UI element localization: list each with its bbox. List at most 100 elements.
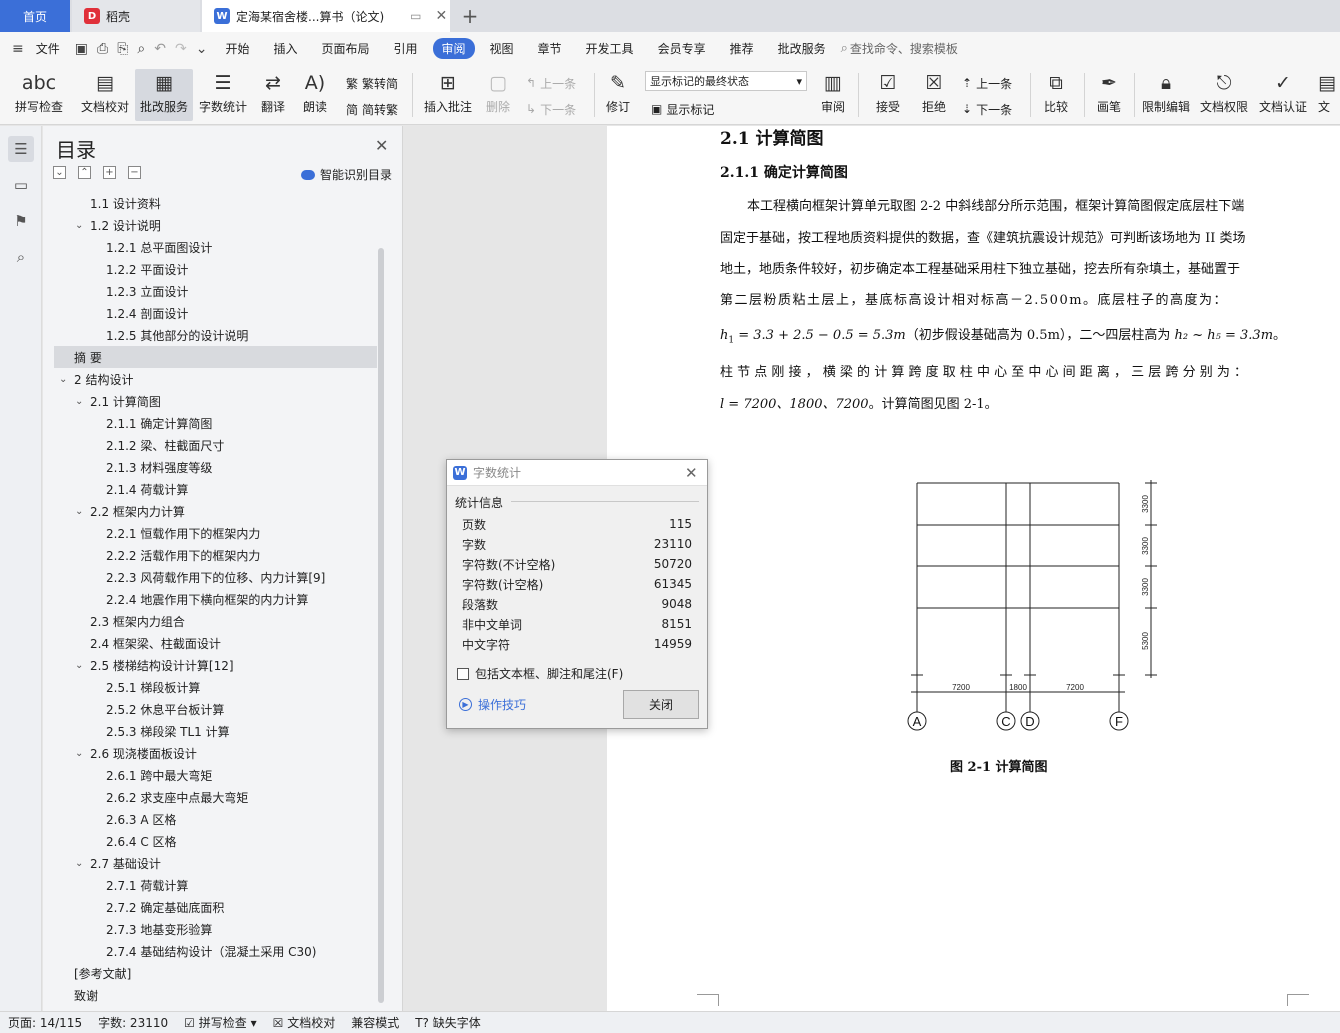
remove-level-icon[interactable]: − [128,166,141,179]
toc-item[interactable]: ⌄ 2 结构设计 [59,368,133,390]
close-icon[interactable]: ✕ [685,464,698,482]
quick-access-dropdown-icon[interactable]: ⌄ [196,41,208,57]
toc-item[interactable]: ⌄ 2.5 楼梯结构设计计算[12] [75,654,234,676]
pen-button[interactable]: ✒ 画笔 [1092,69,1126,121]
menu-references[interactable]: 引用 [384,38,426,59]
next-change-button[interactable]: ⇣ 下一条 [962,99,1012,119]
redo-icon[interactable]: ↷ [175,41,187,57]
toc-item[interactable]: 2.1.2 梁、柱截面尺寸 [106,434,224,456]
toc-item[interactable]: ⌄ 2.2 框架内力计算 [75,500,185,522]
toc-item[interactable]: 2.7.4 基础结构设计（混凝土采用 C30) [106,940,317,962]
word-count-button[interactable]: ☰ 字数统计 [196,69,250,121]
toc-item[interactable]: 2.5.3 梯段梁 TL1 计算 [106,720,230,742]
insert-comment-button[interactable]: ⊞ 插入批注 [420,69,476,121]
doc-proof-button[interactable]: ▤ 文档校对 [76,69,134,121]
export-pdf-icon[interactable]: ⎙ [97,41,108,57]
prev-comment-button[interactable]: ↰ 上一条 [526,73,576,93]
delete-comment-button[interactable]: ▢ 删除 [480,69,516,121]
menu-section[interactable]: 章节 [529,38,571,59]
toc-item[interactable]: ⌄ 1.2 设计说明 [75,214,161,236]
toc-item[interactable]: 2.7.1 荷载计算 [106,874,188,896]
toc-item[interactable]: 2.3 框架内力组合 [90,610,185,632]
tips-link[interactable]: ▶ 操作技巧 [459,696,526,713]
toc-item[interactable]: 2.7.3 地基变形验算 [106,918,212,940]
menu-page-layout[interactable]: 页面布局 [312,38,378,59]
toc-item[interactable]: 2.1.3 材料强度等级 [106,456,212,478]
find-icon[interactable]: ⌕ [8,244,34,270]
trad-to-simp-button[interactable]: 繁繁转简 [346,73,398,93]
menu-recommend[interactable]: 推荐 [721,38,763,59]
toc-scrollbar[interactable] [378,248,384,1003]
translate-button[interactable]: ⇄ 翻译 [254,69,292,121]
chevron-down-icon[interactable]: ⌄ [75,396,83,407]
toc-item[interactable]: 1.1 设计资料 [90,192,161,214]
tab-home[interactable]: 首页 [0,0,70,32]
menu-start[interactable]: 开始 [216,38,258,59]
toc-item[interactable]: 2.1.1 确定计算简图 [106,412,212,434]
toc-item[interactable]: ⌄ 2.6 现浇楼面板设计 [75,742,197,764]
read-aloud-button[interactable]: A) 朗读 [298,69,332,121]
more-ribbon-button[interactable]: ▤ 文 [1318,69,1340,121]
add-level-icon[interactable]: + [103,166,116,179]
word-count-indicator[interactable]: 字数: 23110 [98,1014,168,1031]
markup-state-select[interactable]: 显示标记的最终状态 ▾ [645,71,807,91]
doc-proof-status[interactable]: ☒ 文档校对 [273,1014,336,1031]
pin-tab-icon[interactable]: ▭ [410,9,421,23]
toc-item[interactable]: ⌄ 2.7 基础设计 [75,852,161,874]
toc-item[interactable]: 2.6.3 A 区格 [106,808,176,830]
correction-service-button[interactable]: ▦ 批改服务 [135,69,193,121]
next-comment-button[interactable]: ↳ 下一条 [526,99,576,119]
smart-toc-button[interactable]: 智能识别目录 [301,166,392,183]
compare-button[interactable]: ⧉ 比较 [1038,69,1074,121]
toc-item[interactable]: 1.2.4 剖面设计 [106,302,188,324]
include-textbox-checkbox[interactable]: 包括文本框、脚注和尾注(F) [457,665,623,682]
chevron-down-icon[interactable]: ⌄ [75,858,83,869]
page-indicator[interactable]: 页面: 14/115 [8,1014,82,1031]
review-pane-button[interactable]: ▥ 审阅 [815,69,851,121]
reject-button[interactable]: ☒ 拒绝 [916,69,952,121]
toc-item[interactable]: 2.2.1 恒载作用下的框架内力 [106,522,260,544]
toc-item[interactable]: 1.2.3 立面设计 [106,280,188,302]
spell-check-button[interactable]: abc 拼写检查 [8,69,70,121]
hamburger-menu-icon[interactable]: ≡ [12,41,24,57]
toc-panel-icon[interactable]: ☰ [8,136,34,162]
toc-item[interactable]: 摘 要 [74,346,102,368]
close-tab-icon[interactable]: ✕ [435,8,447,24]
bookmark-icon[interactable]: ⚑ [8,208,34,234]
toc-item[interactable]: 2.7.2 确定基础底面积 [106,896,224,918]
close-button[interactable]: 关闭 [623,690,699,719]
restrict-edit-button[interactable]: 🔒︎ 限制编辑 [1140,69,1192,121]
menu-developer[interactable]: 开发工具 [577,38,643,59]
toc-item[interactable]: 2.6.4 C 区格 [106,830,177,852]
toc-item[interactable]: 1.2.5 其他部分的设计说明 [106,324,248,346]
save-icon[interactable]: ▣ [75,41,88,57]
expand-all-icon[interactable]: ⌄ [53,166,66,179]
toc-item[interactable]: 致谢 [74,984,98,1006]
chevron-down-icon[interactable]: ⌄ [75,660,83,671]
menu-correction[interactable]: 批改服务 [769,38,835,59]
toc-item[interactable]: 2.5.1 梯段板计算 [106,676,200,698]
toc-item[interactable]: 2.2.2 活载作用下的框架内力 [106,544,260,566]
show-markup-button[interactable]: ▣ 显示标记 [651,99,714,119]
missing-font-status[interactable]: T? 缺失字体 [415,1014,481,1031]
accept-button[interactable]: ☑ 接受 [870,69,906,121]
close-icon[interactable]: ✕ [375,136,388,155]
toc-item[interactable]: 2.2.3 风荷载作用下的位移、内力计算[9] [106,566,325,588]
toc-item[interactable]: 2.5.2 休息平台板计算 [106,698,224,720]
toc-item[interactable]: 1.2.2 平面设计 [106,258,188,280]
toc-item[interactable]: 1.2.1 总平面图设计 [106,236,212,258]
print-icon[interactable]: ⎘ [117,41,128,57]
track-changes-button[interactable]: ✎ 修订 [600,69,636,121]
toc-item[interactable]: 2.6.2 求支座中点最大弯矩 [106,786,248,808]
menu-view[interactable]: 视图 [481,38,523,59]
chevron-down-icon[interactable]: ⌄ [59,374,67,385]
toc-item[interactable]: 2.6.1 跨中最大弯矩 [106,764,212,786]
dialog-titlebar[interactable]: W 字数统计 [447,460,707,486]
print-preview-icon[interactable]: ⌕ [137,41,145,57]
chevron-down-icon[interactable]: ⌄ [75,506,83,517]
chevron-down-icon[interactable]: ⌄ [75,220,83,231]
checkbox-box[interactable] [457,667,469,680]
undo-icon[interactable]: ↶ [154,41,166,57]
toc-item[interactable]: 2.1.4 荷载计算 [106,478,188,500]
tab-daoke[interactable]: D 稻壳 [72,0,200,32]
